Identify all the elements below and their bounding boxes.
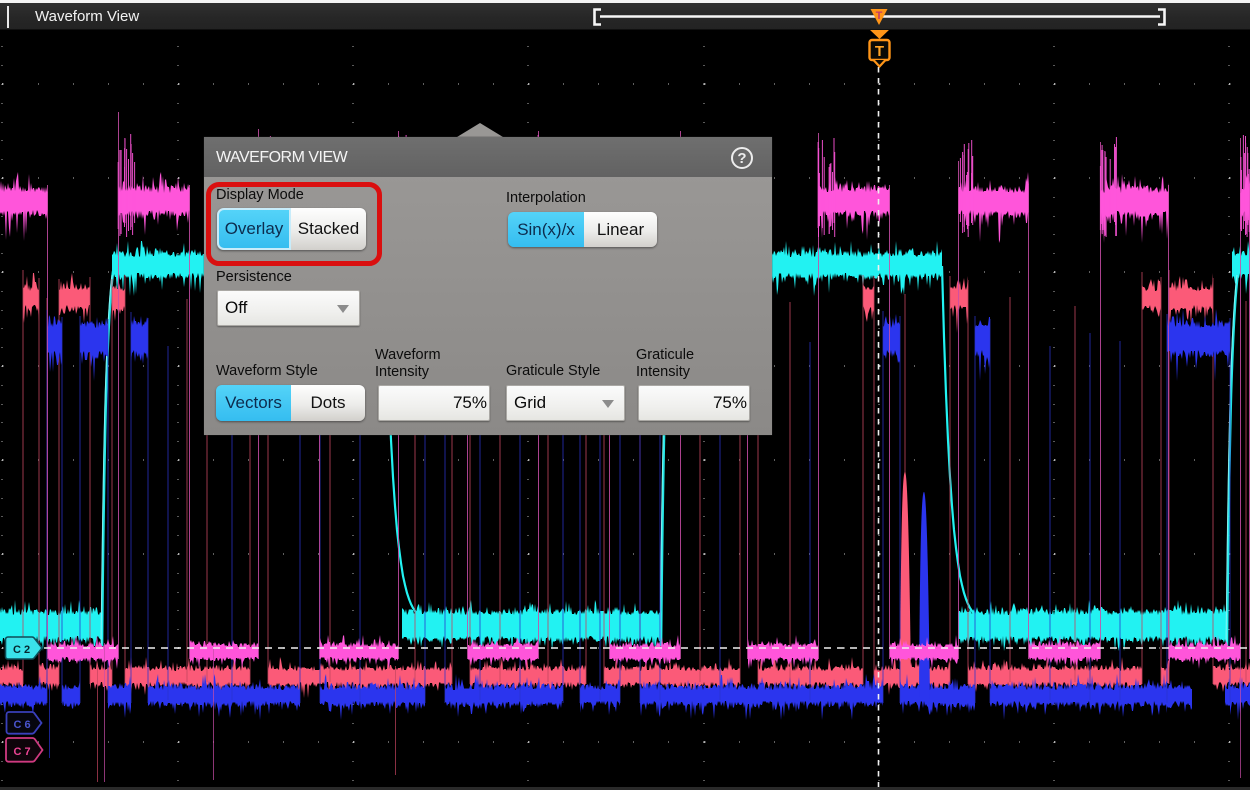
svg-text:C 7: C 7 bbox=[14, 746, 31, 758]
svg-text:T: T bbox=[875, 43, 884, 60]
svg-text:C 2: C 2 bbox=[13, 644, 30, 656]
svg-text:C 6: C 6 bbox=[14, 719, 31, 731]
svg-text:T: T bbox=[876, 10, 883, 22]
